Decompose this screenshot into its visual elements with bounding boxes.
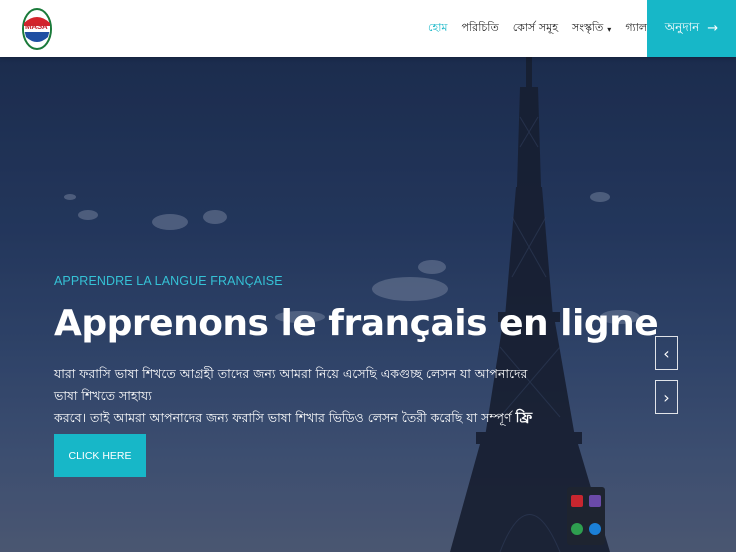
donate-label: অনুদান: [664, 19, 700, 34]
hero-slider: APPRENDRE LA LANGUE FRANÇAISE Apprenons …: [0, 57, 736, 552]
nav-item-about[interactable]: পরিচিতি: [462, 19, 499, 38]
leaf-icon[interactable]: [571, 523, 583, 535]
logo-text: MASA: [25, 22, 48, 31]
main-nav: হোম পরিচিতি কোর্স সমূহ সংস্কৃতি ▾ গ্যালার…: [428, 0, 660, 57]
nav-item-courses[interactable]: কোর্স সমূহ: [513, 19, 558, 38]
donate-button[interactable]: অনুদান →: [647, 0, 736, 57]
hero-description-line1: যারা ফরাসি ভাষা শিখতে আগ্রহী তাদের জন্য …: [54, 366, 528, 403]
hero-kicker: APPRENDRE LA LANGUE FRANÇAISE: [54, 274, 283, 288]
click-here-button[interactable]: CLICK HERE: [54, 434, 146, 477]
nav-home-label: হোম: [428, 21, 448, 34]
mcafee-icon[interactable]: [571, 495, 583, 507]
nav-culture-label: সংস্কৃতি: [571, 21, 604, 34]
site-header: MASA হোম পরিচিতি কোর্স সমূহ সংস্কৃতি ▾ গ্…: [0, 0, 736, 57]
nav-about-label: পরিচিতি: [461, 21, 499, 34]
chevron-right-icon: ›: [663, 387, 670, 407]
hero-description-emphasis: ফ্রি: [515, 410, 533, 426]
cloud-icon[interactable]: [589, 523, 601, 535]
slider-next-button[interactable]: ›: [655, 380, 678, 414]
nav-courses-label: কোর্স সমূহ: [512, 21, 558, 34]
hero-title: Apprenons le français en ligne: [54, 303, 659, 344]
nav-item-culture[interactable]: সংস্কৃতি ▾: [572, 19, 611, 38]
chevron-down-icon: ▾: [607, 24, 612, 34]
slider-prev-button[interactable]: ‹: [655, 336, 678, 370]
hero-description: যারা ফরাসি ভাষা শিখতে আগ্রহী তাদের জন্য …: [54, 363, 554, 429]
system-tray-popup: [567, 487, 605, 545]
hero-description-line2: করবে। তাই আমরা আপনাদের জন্য ফরাসি ভাষা শ…: [54, 410, 512, 425]
chevron-left-icon: ‹: [663, 343, 670, 363]
feather-icon[interactable]: [589, 495, 601, 507]
arrow-right-icon: →: [707, 21, 719, 36]
nav-item-home[interactable]: হোম: [428, 19, 448, 38]
